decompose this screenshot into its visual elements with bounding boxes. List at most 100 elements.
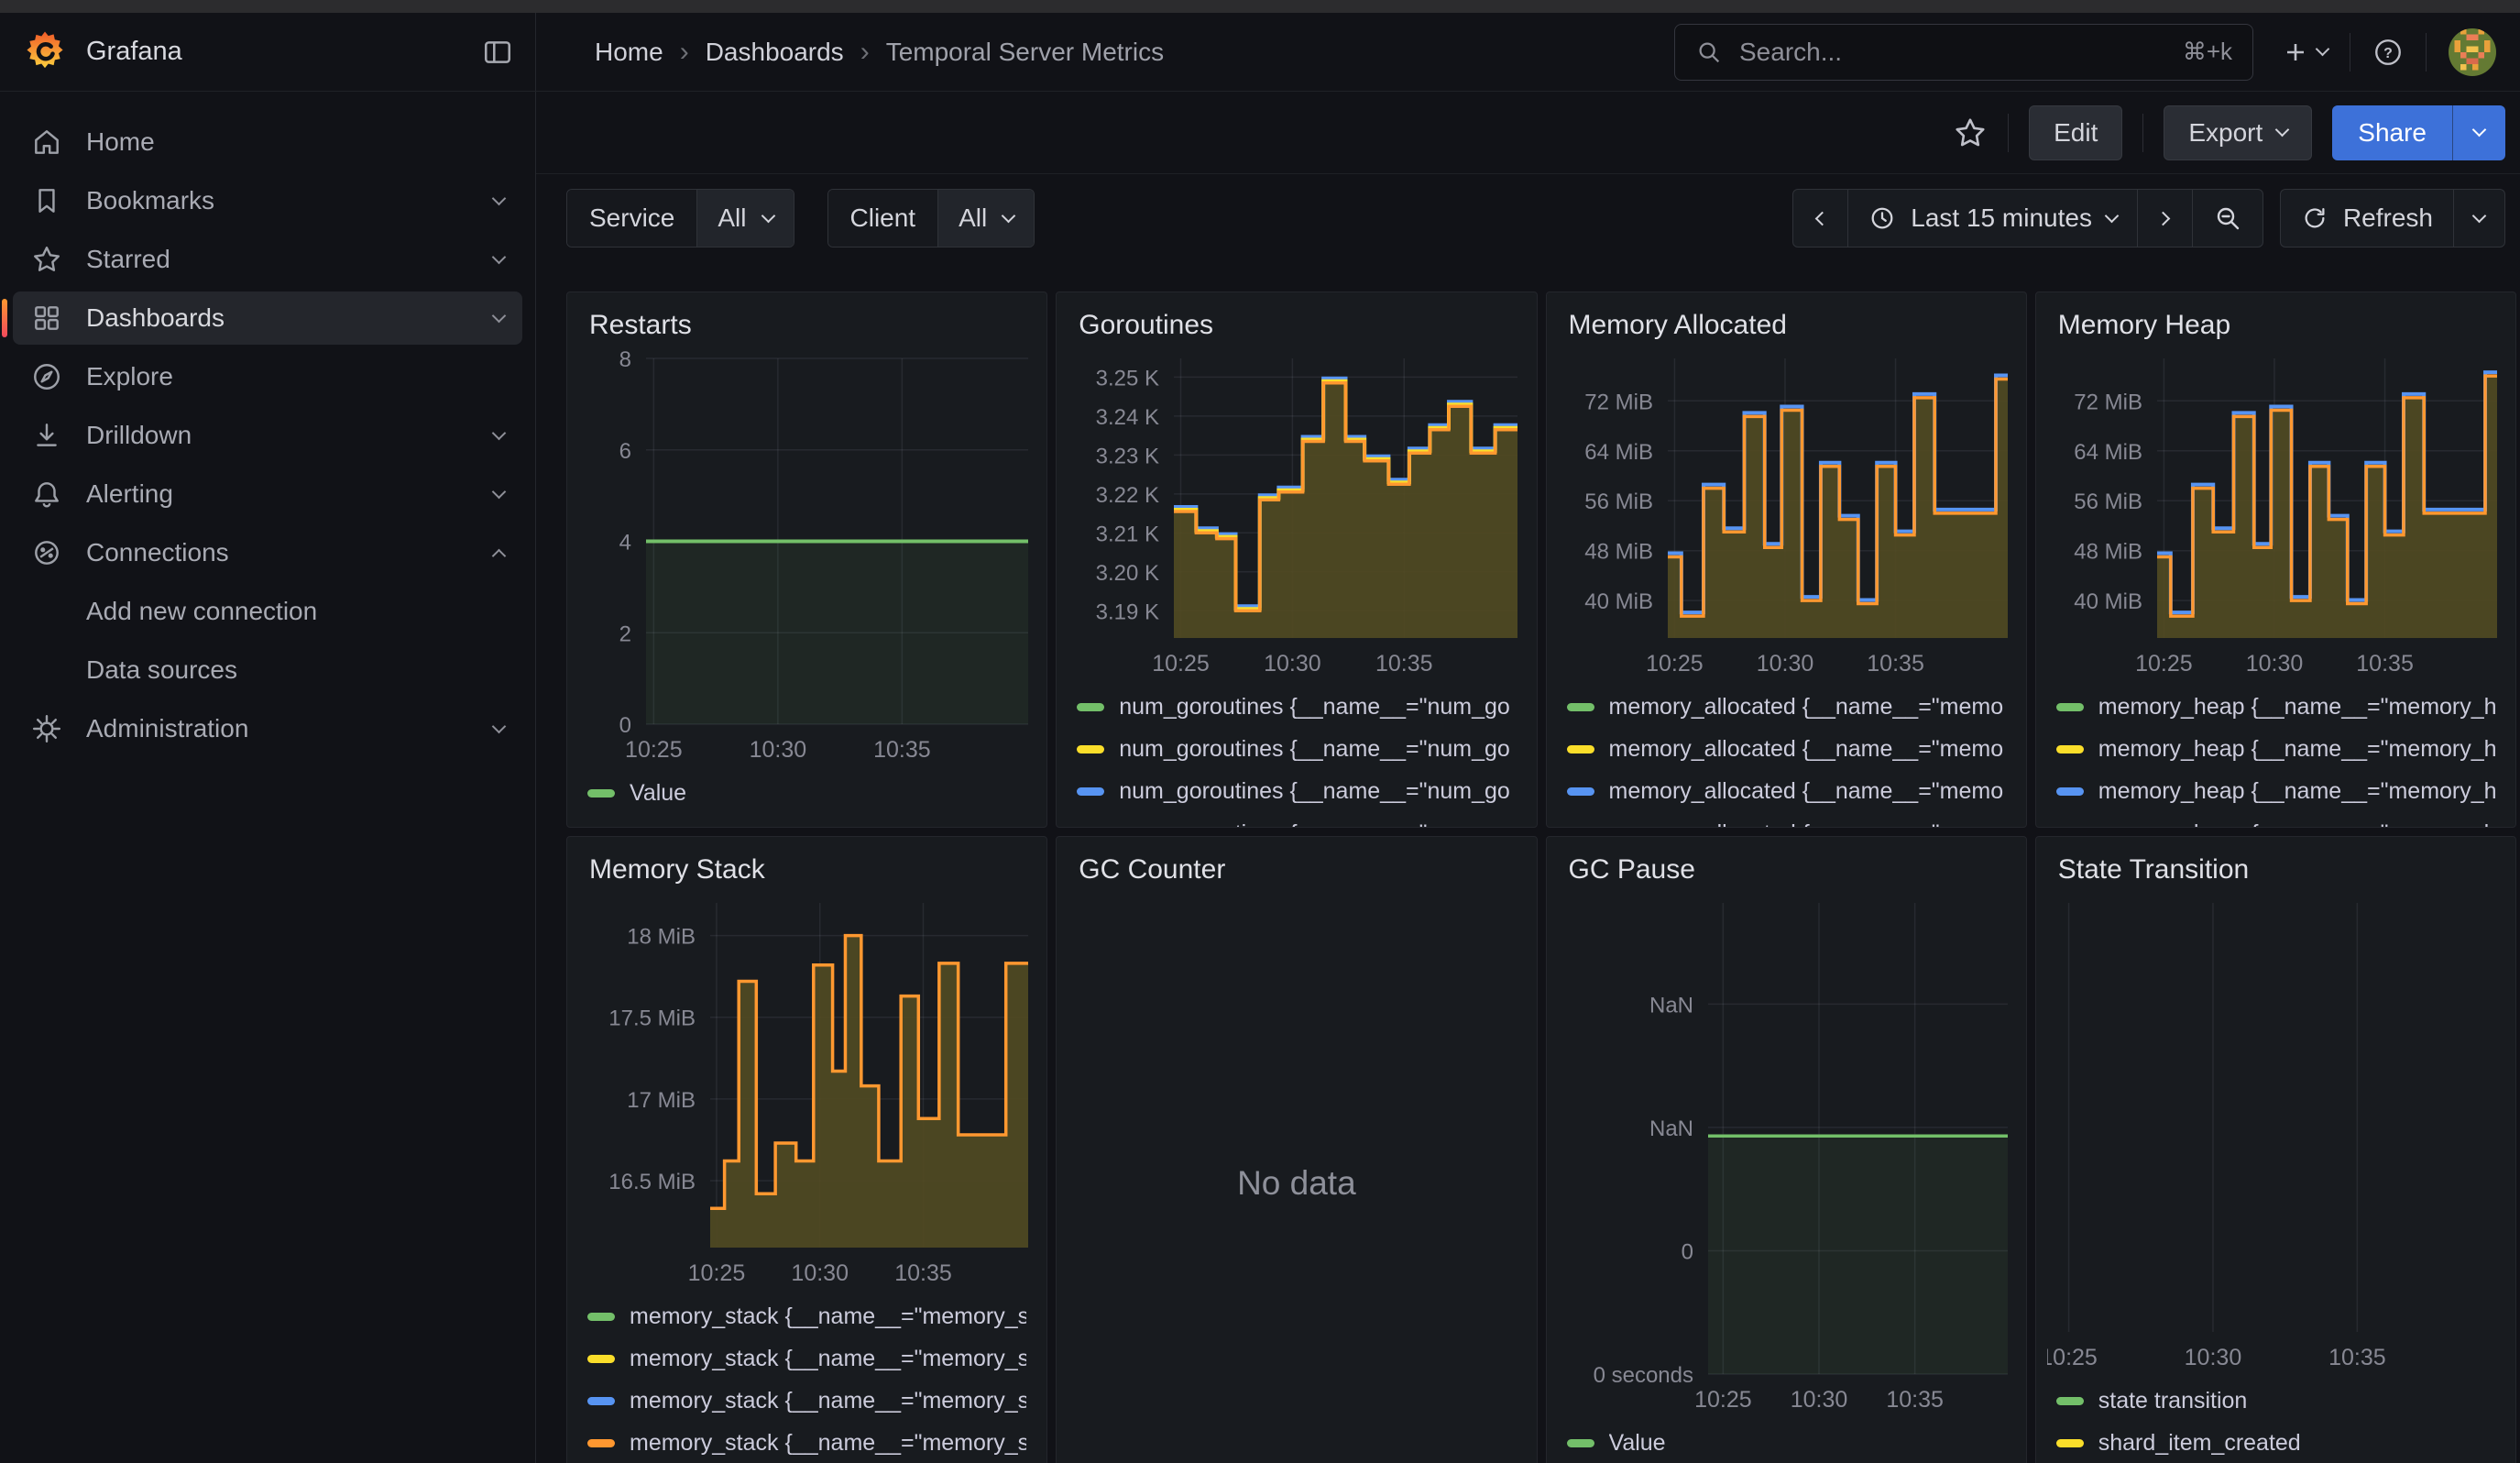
legend-label: memory_allocated {__name__="memo xyxy=(1609,736,2004,763)
legend-item[interactable]: memory_stack {__name__="memory_s xyxy=(587,1380,1026,1422)
legend-item[interactable]: memory_stack {__name__="memory_s xyxy=(587,1295,1026,1337)
export-button[interactable]: Export xyxy=(2164,105,2312,160)
variable-value-dropdown[interactable]: All xyxy=(696,190,793,247)
legend-swatch xyxy=(2056,703,2084,711)
sidebar: Home Bookmarks Starred Dashboards Explor… xyxy=(0,92,536,1463)
legend-item[interactable]: num_goroutines {__name__="num_go xyxy=(1077,812,1516,827)
svg-text:10:25: 10:25 xyxy=(688,1260,746,1286)
state-transition-chart[interactable]: 10:2510:3010:35 xyxy=(2047,896,2504,1374)
svg-text:48 MiB: 48 MiB xyxy=(2074,540,2142,565)
variable-label: Client xyxy=(828,190,938,247)
app-layout: Home Bookmarks Starred Dashboards Explor… xyxy=(0,92,2520,1463)
avatar[interactable] xyxy=(2449,28,2496,76)
goroutines-chart[interactable]: 3.19 K3.20 K3.21 K3.22 K3.23 K3.24 K3.25… xyxy=(1068,351,1525,680)
variable-value-dropdown[interactable]: All xyxy=(937,190,1034,247)
legend-item[interactable]: Value xyxy=(1567,1422,2006,1463)
panel-memory-allocated: Memory Allocated 40 MiB48 MiB56 MiB64 Mi… xyxy=(1546,292,2027,828)
sidebar-item-alerting[interactable]: Alerting xyxy=(13,468,522,521)
sidebar-item-data-sources[interactable]: Data sources xyxy=(13,644,522,697)
chevron-right-icon xyxy=(2156,211,2171,226)
panel-title[interactable]: Memory Allocated xyxy=(1547,305,2026,346)
memory-heap-chart[interactable]: 40 MiB48 MiB56 MiB64 MiB72 MiB10:2510:30… xyxy=(2047,351,2504,680)
panel-title[interactable]: Goroutines xyxy=(1057,305,1536,346)
panel-title[interactable]: Restarts xyxy=(567,305,1046,346)
refresh-button[interactable]: Refresh xyxy=(2281,190,2453,247)
sidebar-item-connections[interactable]: Connections xyxy=(13,526,522,579)
svg-text:3.20 K: 3.20 K xyxy=(1096,561,1159,586)
gc-pause-chart[interactable]: 0 seconds0NaNNaN10:2510:3010:35 xyxy=(1558,896,2015,1416)
sidebar-item-label: Bookmarks xyxy=(86,186,214,215)
svg-text:2: 2 xyxy=(619,622,631,646)
share-button[interactable]: Share xyxy=(2332,105,2452,160)
legend-swatch xyxy=(587,1439,615,1447)
sidebar-item-starred[interactable]: Starred xyxy=(13,233,522,286)
legend-item[interactable]: memory_heap {__name__="memory_h xyxy=(2056,770,2495,812)
add-button[interactable] xyxy=(2281,38,2328,67)
legend-item[interactable]: memory_allocated {__name__="memo xyxy=(1567,728,2006,770)
help-icon: ? xyxy=(2372,37,2404,68)
legend-item[interactable]: memory_stack {__name__="memory_s xyxy=(587,1337,1026,1380)
sidebar-item-administration[interactable]: Administration xyxy=(13,702,522,755)
legend-item[interactable]: num_goroutines {__name__="num_go xyxy=(1077,728,1516,770)
svg-text:10:30: 10:30 xyxy=(791,1260,849,1286)
sidebar-item-drilldown[interactable]: Drilldown xyxy=(13,409,522,462)
sidebar-item-explore[interactable]: Explore xyxy=(13,350,522,403)
search-input[interactable] xyxy=(1737,37,2168,68)
legend-item[interactable]: memory_heap {__name__="memory_h xyxy=(2056,686,2495,728)
legend-item[interactable]: memory_stack {__name__="memory_s xyxy=(587,1422,1026,1463)
sidebar-toggle-icon[interactable] xyxy=(482,37,513,68)
memory-allocated-chart[interactable]: 40 MiB48 MiB56 MiB64 MiB72 MiB10:2510:30… xyxy=(1558,351,2015,680)
panel-title[interactable]: Memory Stack xyxy=(567,850,1046,890)
time-shift-forward-button[interactable] xyxy=(2137,190,2192,247)
svg-text:72 MiB: 72 MiB xyxy=(1584,390,1653,414)
edit-button[interactable]: Edit xyxy=(2029,105,2122,160)
time-range-picker[interactable]: Last 15 minutes xyxy=(1847,190,2137,247)
sidebar-item-add-new-connection[interactable]: Add new connection xyxy=(13,585,522,638)
legend-item[interactable]: num_goroutines {__name__="num_go xyxy=(1077,770,1516,812)
svg-text:4: 4 xyxy=(619,531,631,556)
search-input-box[interactable]: ⌘+k xyxy=(1674,24,2253,81)
panel-title[interactable]: GC Counter xyxy=(1057,850,1536,890)
svg-text:10:35: 10:35 xyxy=(1886,1387,1944,1413)
refresh-interval-button[interactable] xyxy=(2453,190,2504,247)
time-shift-back-button[interactable] xyxy=(1793,190,1847,247)
chevron-down-icon xyxy=(2472,208,2487,223)
svg-text:17.5 MiB: 17.5 MiB xyxy=(608,1006,696,1031)
legend-item[interactable]: memory_allocated {__name__="memo xyxy=(1567,686,2006,728)
breadcrumb-home[interactable]: Home xyxy=(595,38,663,67)
sidebar-item-bookmarks[interactable]: Bookmarks xyxy=(13,174,522,227)
legend-item[interactable]: shard_item_created xyxy=(2056,1422,2495,1463)
breadcrumb-dashboards[interactable]: Dashboards xyxy=(706,38,844,67)
legend-item[interactable]: state transition xyxy=(2056,1380,2495,1422)
svg-text:10:35: 10:35 xyxy=(873,737,931,763)
legend-item[interactable]: memory_allocated {__name__="memo xyxy=(1567,770,2006,812)
sidebar-item-home[interactable]: Home xyxy=(13,116,522,169)
legend-label: memory_stack {__name__="memory_s xyxy=(630,1388,1026,1414)
favorite-star-button[interactable] xyxy=(1953,116,1988,150)
legend-item[interactable]: num_goroutines {__name__="num_go xyxy=(1077,686,1516,728)
legend-item[interactable]: memory_heap {__name__="memory_h xyxy=(2056,812,2495,827)
svg-text:6: 6 xyxy=(619,439,631,464)
panel-title[interactable]: State Transition xyxy=(2036,850,2515,890)
legend-item[interactable]: memory_allocated {__name__="memo xyxy=(1567,812,2006,827)
svg-text:3.24 K: 3.24 K xyxy=(1096,405,1159,430)
sidebar-item-dashboards[interactable]: Dashboards xyxy=(13,292,522,345)
help-button[interactable]: ? xyxy=(2372,37,2404,68)
svg-text:56 MiB: 56 MiB xyxy=(2074,490,2142,514)
svg-text:16.5 MiB: 16.5 MiB xyxy=(608,1170,696,1194)
share-button-label: Share xyxy=(2358,118,2427,148)
panel-title[interactable]: Memory Heap xyxy=(2036,305,2515,346)
svg-text:10:30: 10:30 xyxy=(1790,1387,1847,1413)
restarts-chart[interactable]: 0246810:2510:3010:35 xyxy=(578,351,1035,766)
share-menu-button[interactable] xyxy=(2452,105,2505,160)
time-zoom-out-button[interactable] xyxy=(2192,190,2263,247)
main-content: Edit Export Share Service All xyxy=(536,92,2520,1463)
svg-text:10:30: 10:30 xyxy=(750,737,807,763)
legend-item[interactable]: Value xyxy=(587,772,1026,814)
memory-stack-chart[interactable]: 16.5 MiB17 MiB17.5 MiB18 MiB10:2510:3010… xyxy=(578,896,1035,1290)
legend-label: memory_heap {__name__="memory_h xyxy=(2098,694,2495,720)
panel-grid: Restarts 0246810:2510:3010:35 Value Goro… xyxy=(536,292,2520,1463)
panel-title[interactable]: GC Pause xyxy=(1547,850,2026,890)
legend-item[interactable]: memory_heap {__name__="memory_h xyxy=(2056,728,2495,770)
sidebar-item-label: Connections xyxy=(86,538,229,567)
